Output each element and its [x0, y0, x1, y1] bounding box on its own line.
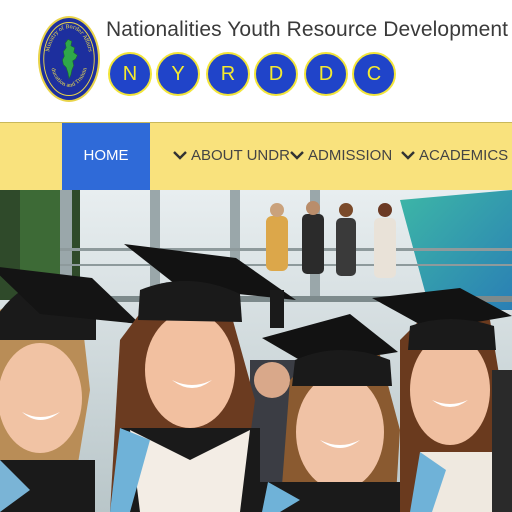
nav-item-label: ABOUT UNDR: [191, 147, 290, 164]
nav-item-academics[interactable]: ACADEMICS: [401, 123, 508, 190]
nav-item-label: HOME: [83, 147, 129, 164]
nav-item-about[interactable]: ABOUT UNDR: [173, 123, 290, 190]
hero-image: [0, 190, 512, 512]
chevron-down-icon: [401, 150, 415, 160]
acronym-letter: N: [108, 52, 152, 96]
nav-item-label: ADMISSION: [308, 147, 393, 164]
seal-icon: Ministry of Border Affairs Education and…: [40, 18, 95, 96]
acronym-letter: Y: [156, 52, 200, 96]
acronym-letter: R: [206, 52, 250, 96]
acronym-letter: D: [254, 52, 298, 96]
chevron-down-icon: [173, 150, 187, 160]
site-title: Nationalities Youth Resource Development…: [106, 18, 512, 41]
nav-item-admission[interactable]: ADMISSION: [290, 123, 392, 190]
site-header: Ministry of Border Affairs Education and…: [0, 0, 512, 122]
nav-item-label: ACADEMICS: [419, 147, 509, 164]
main-nav: HOME ABOUT UNDR ADMISSION ACADEMICS: [0, 122, 512, 190]
chevron-down-icon: [290, 150, 304, 160]
nav-item-home[interactable]: HOME: [62, 123, 150, 190]
acronym-letter: C: [352, 52, 396, 96]
acronym-letter: D: [304, 52, 348, 96]
graduates-photo: [0, 190, 512, 512]
ministry-logo[interactable]: Ministry of Border Affairs Education and…: [38, 16, 100, 102]
